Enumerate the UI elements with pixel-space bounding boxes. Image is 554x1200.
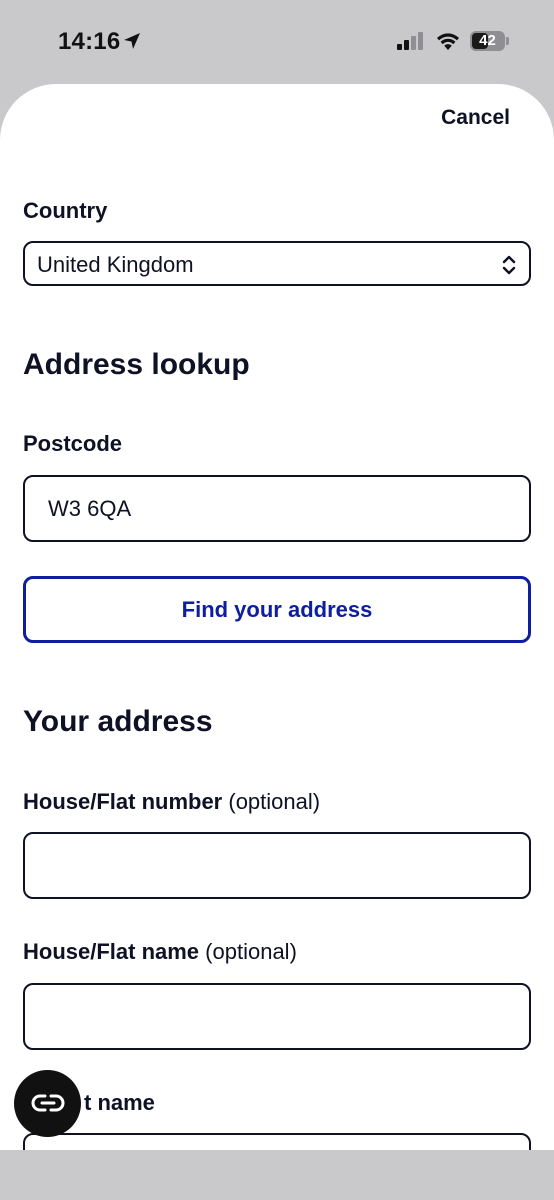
status-time: 14:16 xyxy=(58,28,121,55)
house-number-optional-text: (optional) xyxy=(228,789,321,814)
street-name-label: t name xyxy=(84,1090,155,1115)
chevron-up-down-icon xyxy=(502,255,516,275)
country-label: Country xyxy=(23,198,108,223)
wifi-icon xyxy=(437,33,459,50)
status-bar: 14:16 42 xyxy=(0,0,554,84)
street-name-input[interactable] xyxy=(23,1133,531,1150)
house-number-label-text: House/Flat number xyxy=(23,789,223,814)
house-number-input[interactable] xyxy=(23,832,531,899)
battery-level: 42 xyxy=(479,32,496,49)
country-select-value: United Kingdom xyxy=(37,252,194,277)
house-name-label: House/Flat name (optional) xyxy=(23,939,297,965)
house-name-optional-text: (optional) xyxy=(205,939,297,964)
your-address-heading: Your address xyxy=(23,705,213,738)
postcode-input[interactable]: W3 6QA xyxy=(23,475,531,542)
find-your-address-button[interactable]: Find your address xyxy=(23,576,531,643)
house-name-input[interactable] xyxy=(23,983,531,1050)
battery-icon: 42 xyxy=(470,31,510,51)
bottom-backdrop xyxy=(0,1150,554,1200)
find-your-address-button-label: Find your address xyxy=(181,596,373,622)
house-name-label-text: House/Flat name xyxy=(23,939,200,964)
country-select[interactable]: United Kingdom xyxy=(23,241,531,286)
postcode-label: Postcode xyxy=(23,431,123,456)
postcode-input-value: W3 6QA xyxy=(48,496,132,521)
cancel-button[interactable]: Cancel xyxy=(441,106,510,130)
address-lookup-heading: Address lookup xyxy=(23,348,250,381)
house-number-label: House/Flat number (optional) xyxy=(23,789,320,815)
address-form-sheet: Cancel Country United Kingdom Address lo… xyxy=(0,84,554,1150)
floating-link-button[interactable] xyxy=(14,1070,81,1137)
location-arrow-icon xyxy=(124,33,140,49)
link-icon xyxy=(31,1094,65,1112)
cellular-signal-icon xyxy=(397,32,423,50)
